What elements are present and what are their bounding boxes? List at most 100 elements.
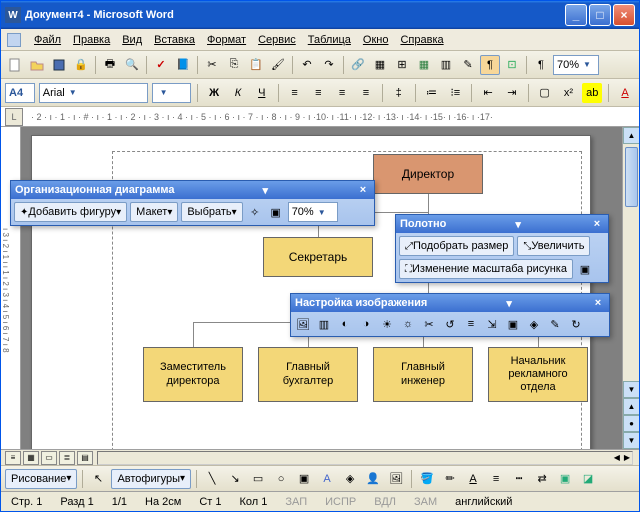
less-contrast-icon[interactable]: ◑: [357, 315, 375, 333]
cut-icon[interactable]: ✂: [202, 55, 222, 75]
scroll-down-icon[interactable]: ▼: [623, 381, 639, 398]
compress-icon[interactable]: ⇲: [483, 315, 501, 333]
more-contrast-icon[interactable]: ◐: [336, 315, 354, 333]
org-secretary[interactable]: Секретарь: [263, 237, 373, 277]
canvas-toolbar[interactable]: Полотно▾× ⤢ Подобрать размер ⤡ Увеличить…: [395, 214, 609, 283]
align-right-icon[interactable]: ≡: [332, 83, 352, 103]
scroll-up-icon[interactable]: ▲: [623, 127, 639, 144]
draw-menu[interactable]: Рисование ▾: [5, 469, 77, 489]
clipart-icon[interactable]: 👤: [363, 469, 383, 489]
normal-view-icon[interactable]: ≡: [5, 451, 21, 465]
line-style-icon[interactable]: ≡: [486, 469, 506, 489]
toolbar-title[interactable]: Организационная диаграмма▾×: [11, 181, 374, 199]
text-wrap-icon[interactable]: ▣: [267, 203, 285, 221]
format-painter-icon[interactable]: 🖌: [268, 55, 288, 75]
menu-view[interactable]: Вид: [117, 32, 147, 48]
rotate-left-icon[interactable]: ↺: [441, 315, 459, 333]
vertical-scrollbar[interactable]: ▲ ▼ ▲ ● ▼: [622, 127, 639, 449]
docmap-icon[interactable]: ¶: [480, 55, 500, 75]
columns-icon[interactable]: ▥: [436, 55, 456, 75]
numbered-list-icon[interactable]: ≔: [422, 83, 442, 103]
status-trk[interactable]: ИСПР: [321, 496, 360, 508]
drawing-icon[interactable]: ✎: [458, 55, 478, 75]
reading-view-icon[interactable]: ▤: [77, 451, 93, 465]
italic-icon[interactable]: К: [228, 83, 248, 103]
scale-button[interactable]: ⛶ Изменение масштаба рисунка: [399, 259, 573, 279]
prev-page-icon[interactable]: ▲: [623, 398, 639, 415]
minimize-button[interactable]: _: [565, 4, 587, 26]
zoom-combo[interactable]: 70%▼: [553, 55, 599, 75]
save-icon[interactable]: [49, 55, 69, 75]
indent-icon[interactable]: ⇥: [502, 83, 522, 103]
menu-help[interactable]: Справка: [395, 32, 448, 48]
link-icon[interactable]: 🔗: [348, 55, 368, 75]
toolbar-title[interactable]: Полотно▾×: [396, 215, 608, 233]
maximize-button[interactable]: □: [589, 4, 611, 26]
preview-icon[interactable]: 🔍: [122, 55, 142, 75]
reset-icon[interactable]: ↻: [567, 315, 585, 333]
org-chart-toolbar[interactable]: Организационная диаграмма▾× ✦ Добавить ф…: [10, 180, 375, 226]
color-icon[interactable]: ▥: [315, 315, 333, 333]
3d-icon[interactable]: ◪: [578, 469, 598, 489]
horizontal-ruler[interactable]: L · 2 · ı · 1 · ı · # · ı · 1 · ı · 2 · …: [1, 107, 639, 127]
copy-icon[interactable]: ⎘: [224, 55, 244, 75]
line-icon[interactable]: ╲: [202, 469, 222, 489]
line-style-icon[interactable]: ≡: [462, 315, 480, 333]
format-object-icon[interactable]: ◈: [525, 315, 543, 333]
font-combo[interactable]: Arial▼: [39, 83, 148, 103]
show-hide-icon[interactable]: ⊡: [502, 55, 522, 75]
menu-window[interactable]: Окно: [358, 32, 394, 48]
excel-icon[interactable]: ▦: [414, 55, 434, 75]
insert-picture-icon[interactable]: 🖼: [294, 315, 312, 333]
close-icon[interactable]: ×: [356, 183, 370, 197]
undo-icon[interactable]: ↶: [297, 55, 317, 75]
picture-toolbar[interactable]: Настройка изображения▾× 🖼 ▥ ◐ ◑ ☀ ☼ ✂ ↺ …: [290, 293, 610, 337]
dash-style-icon[interactable]: ┅: [509, 469, 529, 489]
spell-icon[interactable]: ✓: [151, 55, 171, 75]
open-icon[interactable]: [27, 55, 47, 75]
autoformat-icon[interactable]: ✧: [246, 203, 264, 221]
status-ovr[interactable]: ЗАМ: [410, 496, 441, 508]
next-page-icon[interactable]: ▼: [623, 432, 639, 449]
outline-view-icon[interactable]: ≣: [59, 451, 75, 465]
vertical-ruler[interactable]: ı 3 ı 2 ı 1 ı ı 1 ı 2 ı 3 ı 4 ı 5 ı 6 ı …: [1, 127, 21, 449]
tab-selector[interactable]: L: [5, 108, 23, 126]
close-button[interactable]: ×: [613, 4, 635, 26]
org-deputy[interactable]: Заместитель директора: [143, 347, 243, 402]
fill-color-icon[interactable]: 🪣: [417, 469, 437, 489]
diagram-icon[interactable]: ◈: [340, 469, 360, 489]
org-engineer[interactable]: Главный инженер: [373, 347, 473, 402]
autoshapes-menu[interactable]: Автофигуры ▾: [111, 469, 191, 489]
shadow-icon[interactable]: ▣: [555, 469, 575, 489]
border-icon[interactable]: ▢: [535, 83, 555, 103]
close-icon[interactable]: ×: [590, 217, 604, 231]
status-lang[interactable]: английский: [451, 496, 516, 508]
select-button[interactable]: Выбрать ▾: [181, 202, 242, 222]
textbox-icon[interactable]: ▣: [294, 469, 314, 489]
org-director[interactable]: Директор: [373, 154, 483, 194]
style-combo[interactable]: A4: [5, 83, 35, 103]
picture-icon[interactable]: 🖼: [386, 469, 406, 489]
text-wrap-icon[interactable]: ▣: [576, 260, 594, 278]
horizontal-scrollbar[interactable]: ◀▶: [97, 451, 633, 465]
scroll-thumb[interactable]: [625, 147, 638, 207]
oval-icon[interactable]: ○: [271, 469, 291, 489]
permission-icon[interactable]: 🔒: [71, 55, 91, 75]
table-icon[interactable]: ▦: [370, 55, 390, 75]
size-combo[interactable]: ▼: [152, 83, 192, 103]
less-bright-icon[interactable]: ☼: [399, 315, 417, 333]
expand-button[interactable]: ⤡ Увеличить: [517, 236, 590, 256]
line-color-icon[interactable]: ✏: [440, 469, 460, 489]
status-ext[interactable]: ВДЛ: [370, 496, 400, 508]
menu-file[interactable]: Файл: [29, 32, 66, 48]
outdent-icon[interactable]: ⇤: [478, 83, 498, 103]
research-icon[interactable]: 📘: [173, 55, 193, 75]
org-zoom-combo[interactable]: 70%▼: [288, 202, 338, 222]
menu-edit[interactable]: Правка: [68, 32, 115, 48]
web-view-icon[interactable]: ▦: [23, 451, 39, 465]
paste-icon[interactable]: 📋: [246, 55, 266, 75]
align-left-icon[interactable]: ≡: [285, 83, 305, 103]
highlight-icon[interactable]: ab: [582, 83, 602, 103]
add-shape-button[interactable]: ✦ Добавить фигуру ▾: [14, 202, 127, 222]
more-bright-icon[interactable]: ☀: [378, 315, 396, 333]
